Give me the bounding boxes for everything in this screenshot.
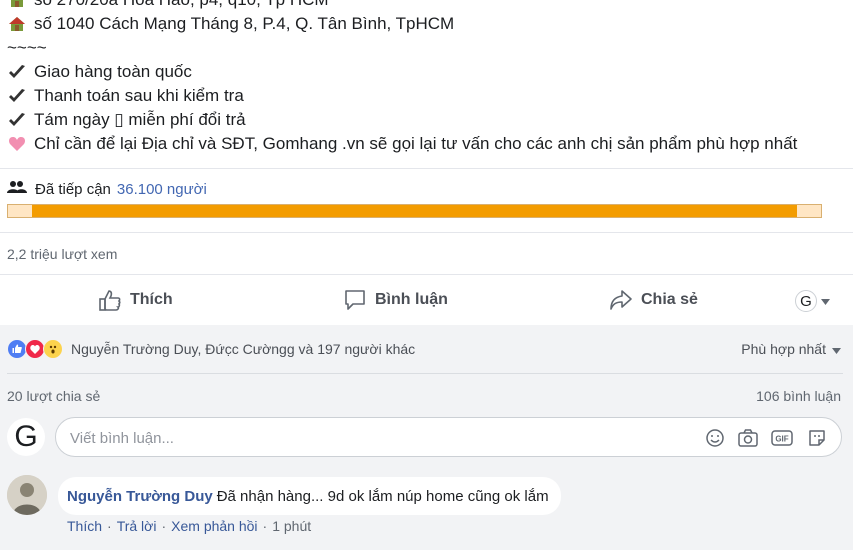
like-button[interactable]: Thích: [98, 276, 173, 324]
view-count: 2,2 triệu lượt xem: [7, 246, 118, 262]
post-line: Thanh toán sau khi kiểm tra: [7, 84, 847, 108]
post-line: Chỉ cần để lại Địa chỉ và SĐT, Gomhang .…: [7, 132, 847, 156]
post-line: Tám ngày ▯ miễn phí đổi trả: [7, 108, 847, 132]
comment-edits-link[interactable]: Xem phản hồi: [171, 518, 257, 534]
post-as-selector[interactable]: G: [795, 290, 830, 312]
comment-author[interactable]: Nguyễn Trường Duy: [67, 488, 213, 505]
post-line: số 270/20a Hoà Hảo, p4, q10, Tp HCM: [7, 0, 847, 12]
caret-down-icon: [832, 341, 841, 357]
like-reaction-icon: [7, 339, 27, 359]
comment-actions: Thích · Trả lời · Xem phản hồi · 1 phút: [67, 518, 312, 534]
house-icon: [7, 0, 27, 10]
love-reaction-icon: [25, 339, 45, 359]
comment-count[interactable]: 106 bình luận: [756, 388, 841, 404]
comment-composer: GIF: [55, 417, 842, 457]
post-line: ~~~~: [7, 38, 47, 57]
wow-reaction-icon: [43, 339, 63, 359]
avatar[interactable]: G: [7, 418, 45, 456]
post-line: Giao hàng toàn quốc: [7, 60, 847, 84]
social-section: Nguyễn Trường Duy, Đức̣c Cườngg và 197 n…: [0, 325, 853, 550]
reaction-summary[interactable]: Nguyễn Trường Duy, Đức̣c Cườngg và 197 n…: [7, 339, 415, 359]
sticker-icon[interactable]: [806, 428, 828, 448]
gif-icon[interactable]: GIF: [771, 428, 793, 448]
comment-button[interactable]: Bình luận: [343, 276, 448, 324]
post-line: số 1040 Cách Mạng Tháng 8, P.4, Q. Tân B…: [7, 12, 847, 36]
commenter-avatar[interactable]: [7, 475, 47, 515]
reach-stat: Đã tiếp cận 36.100 người: [7, 180, 207, 198]
comment-like-link[interactable]: Thích: [67, 518, 102, 534]
reach-progress-bar: [7, 204, 822, 218]
heart-icon: [7, 134, 27, 154]
divider: [7, 373, 843, 374]
divider: [0, 232, 853, 233]
people-icon: [7, 180, 27, 198]
share-arrow-icon: [610, 290, 632, 310]
comment-time[interactable]: 1 phút: [272, 518, 311, 534]
reach-count[interactable]: 36.100 người: [117, 181, 207, 198]
house-icon: [7, 14, 27, 34]
share-count[interactable]: 20 lượt chia sẻ: [7, 388, 100, 404]
avatar: G: [795, 290, 817, 312]
thumbs-up-icon: [99, 290, 121, 311]
share-button[interactable]: Chia sẻ: [609, 276, 698, 324]
reaction-names: Nguyễn Trường Duy, Đức̣c Cườngg và 197 n…: [71, 341, 416, 357]
caret-down-icon: [821, 292, 830, 310]
action-bar: Thích Bình luận Chia sẻ: [0, 276, 853, 324]
reach-progress-fill: [32, 205, 797, 217]
svg-text:GIF: GIF: [775, 435, 788, 444]
comment-input[interactable]: [68, 426, 672, 450]
post-text: số 270/20a Hoà Hảo, p4, q10, Tp HCM số 1…: [7, 0, 847, 156]
sort-dropdown[interactable]: Phù hợp nhất: [741, 341, 841, 357]
divider: [0, 168, 853, 169]
check-icon: [7, 62, 27, 82]
emoji-icon[interactable]: [704, 428, 726, 448]
comment-bubble-icon: [345, 290, 365, 310]
camera-icon[interactable]: [737, 428, 759, 448]
divider: [0, 274, 853, 275]
comment-text: Đã nhận hàng... 9d ok lắm núp home cũng …: [216, 487, 549, 505]
comment-bubble: Nguyễn Trường Duy Đã nhận hàng... 9d ok …: [58, 477, 561, 515]
comment-reply-link[interactable]: Trả lời: [117, 518, 157, 534]
check-icon: [7, 110, 27, 130]
check-icon: [7, 86, 27, 106]
